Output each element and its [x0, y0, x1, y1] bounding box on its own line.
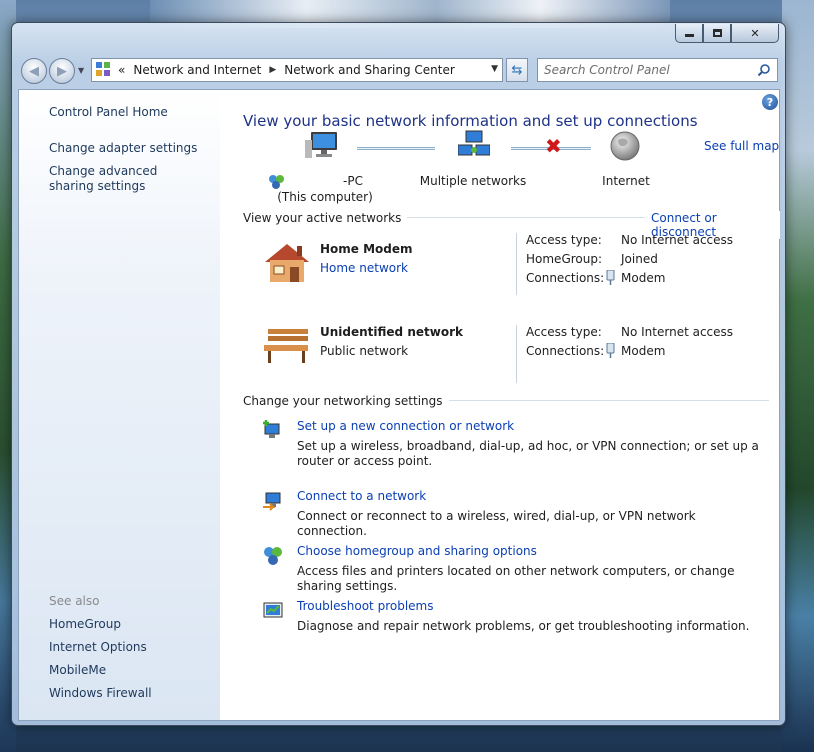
task-setup-new-connection-desc: Set up a wireless, broadband, dial-up, a…: [297, 439, 759, 468]
network-2-divider: [516, 325, 517, 383]
network-2-access-label: Access type:: [526, 325, 602, 339]
multiple-networks-label: Multiple networks: [419, 174, 527, 188]
network-2-type: Public network: [320, 344, 409, 358]
recent-pages-dropdown[interactable]: ▼: [78, 66, 84, 75]
search-icon[interactable]: [757, 63, 771, 77]
homegroup-sharing-icon: [264, 547, 282, 565]
window-controls: ✕: [675, 24, 779, 44]
address-bar[interactable]: « Network and Internet ▶ Network and Sha…: [91, 58, 503, 82]
back-button[interactable]: ◀: [21, 58, 47, 84]
content-area: Control Panel Home Change adapter settin…: [18, 89, 780, 721]
no-connection-x-icon: ✖: [545, 134, 562, 158]
modem-connection-icon: [606, 343, 615, 358]
multiple-networks-icon: [458, 130, 490, 156]
this-computer-label: (This computer): [277, 190, 373, 204]
network-1-homegroup-label: HomeGroup:: [526, 252, 603, 266]
homegroup-network-icon: [269, 175, 284, 189]
task-connect-to-network-link[interactable]: Connect to a network: [297, 489, 426, 503]
network-2-modem-link[interactable]: Modem: [621, 344, 665, 358]
see-full-map-link[interactable]: See full map: [704, 139, 779, 153]
connect-to-network-icon: [263, 492, 281, 511]
breadcrumb-overflow[interactable]: «: [118, 63, 125, 77]
refresh-button[interactable]: ⇆: [506, 58, 528, 82]
search-box: [537, 58, 778, 82]
close-button[interactable]: ✕: [731, 24, 779, 43]
forward-arrow-icon: ▶: [57, 63, 67, 79]
breadcrumb-network-sharing-center[interactable]: Network and Sharing Center: [284, 63, 455, 77]
see-also-mobileme[interactable]: MobileMe: [49, 663, 106, 678]
page-title: View your basic network information and …: [243, 112, 698, 130]
task-troubleshoot-desc: Diagnose and repair network problems, or…: [297, 619, 750, 633]
network-1-type-link[interactable]: Home network: [320, 261, 408, 275]
task-setup-new-connection-link[interactable]: Set up a new connection or network: [297, 419, 514, 433]
see-also-homegroup[interactable]: HomeGroup: [49, 617, 121, 632]
computer-name: -PC: [343, 174, 363, 188]
network-1-homegroup-joined-link[interactable]: Joined: [621, 252, 658, 266]
troubleshoot-icon: [263, 602, 283, 618]
desktop-wallpaper-right: [782, 0, 814, 752]
new-connection-icon: [263, 420, 280, 438]
network-2-connections-label: Connections:: [526, 344, 605, 358]
task-homegroup-sharing-desc: Access files and printers located on oth…: [297, 564, 735, 593]
network-1-connections-label: Connections:: [526, 271, 605, 285]
breadcrumb-separator-icon[interactable]: ▶: [269, 65, 276, 75]
task-connect-to-network-desc: Connect or reconnect to a wireless, wire…: [297, 509, 696, 538]
forward-button[interactable]: ▶: [49, 58, 75, 84]
public-network-bench-icon: [264, 329, 308, 363]
active-networks-heading: View your active networks: [243, 211, 408, 225]
navigation-bar: ◀ ▶ ▼ « Network and Internet ▶ Network a…: [21, 57, 778, 85]
control-panel-icon: [96, 62, 112, 78]
network-1-name: Home Modem: [320, 242, 413, 256]
sidebar-change-adapter-settings[interactable]: Change adapter settings: [49, 141, 197, 156]
main-panel: ? View your basic network information an…: [220, 90, 780, 720]
sidebar-change-advanced-sharing[interactable]: Change advanced sharing settings: [49, 164, 199, 194]
modem-connection-icon: [606, 270, 615, 285]
minimize-button[interactable]: [675, 24, 703, 43]
help-icon[interactable]: ?: [762, 94, 778, 110]
refresh-icon: ⇆: [511, 62, 523, 78]
close-icon: ✕: [750, 26, 760, 40]
map-connection-line-1: [357, 147, 435, 150]
maximize-icon: [712, 29, 722, 37]
network-1-access-label: Access type:: [526, 233, 602, 247]
settings-heading: Change your networking settings: [243, 394, 449, 408]
home-network-house-icon: [265, 244, 309, 282]
see-also-internet-options[interactable]: Internet Options: [49, 640, 147, 655]
network-2-name: Unidentified network: [320, 325, 463, 339]
breadcrumb-network-and-internet[interactable]: Network and Internet: [133, 63, 261, 77]
address-dropdown-icon[interactable]: ▼: [491, 64, 498, 74]
sidebar: Control Panel Home Change adapter settin…: [19, 90, 220, 720]
see-also-windows-firewall[interactable]: Windows Firewall: [49, 686, 152, 701]
internet-label: Internet: [602, 174, 650, 188]
network-sharing-center-window: ✕ ◀ ▶ ▼ « Network and Internet ▶ Network…: [11, 22, 786, 726]
task-homegroup-sharing-link[interactable]: Choose homegroup and sharing options: [297, 544, 537, 558]
network-1-modem-link[interactable]: Modem: [621, 271, 665, 285]
sidebar-control-panel-home[interactable]: Control Panel Home: [49, 105, 168, 120]
task-troubleshoot-link[interactable]: Troubleshoot problems: [297, 599, 433, 613]
see-also-heading: See also: [49, 594, 100, 608]
minimize-icon: [684, 34, 694, 37]
computer-icon: [305, 132, 337, 158]
internet-globe-icon: [610, 131, 640, 161]
back-arrow-icon: ◀: [29, 63, 39, 79]
maximize-button[interactable]: [703, 24, 731, 43]
network-1-divider: [516, 233, 517, 295]
network-1-access-value: No Internet access: [621, 233, 734, 247]
search-input[interactable]: [538, 63, 748, 77]
network-2-access-value: No Internet access: [621, 325, 734, 339]
